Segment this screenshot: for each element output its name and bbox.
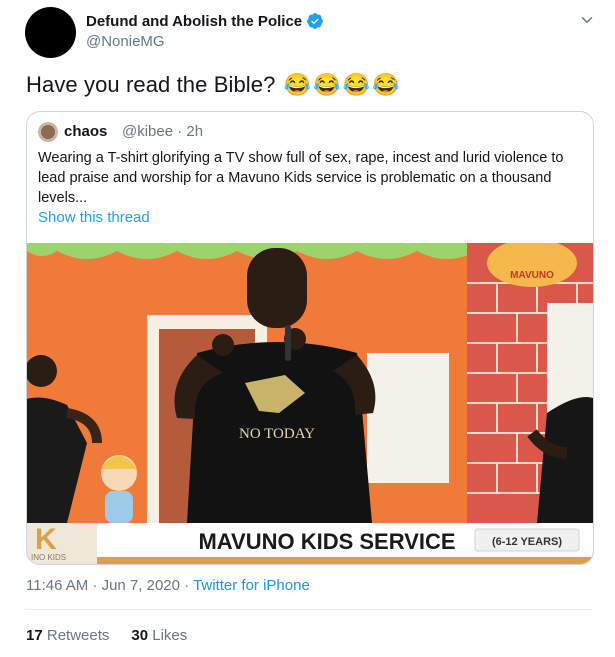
retweets-count: 17 bbox=[26, 627, 43, 644]
tweet-timestamp[interactable]: 11:46 AM · Jun 7, 2020 · bbox=[26, 577, 193, 594]
mavuno-sign-text: MAVUNO bbox=[510, 270, 554, 281]
chevron-down-icon[interactable] bbox=[578, 11, 596, 29]
author-name[interactable]: Defund and Abolish the Police bbox=[86, 13, 302, 30]
tweet-text: Have you read the Bible? 😂😂😂😂 bbox=[26, 72, 400, 98]
laughing-emoji-icon: 😂 bbox=[342, 72, 371, 97]
channel-logo: K bbox=[35, 523, 57, 556]
show-thread-link[interactable]: Show this thread bbox=[38, 209, 150, 226]
quoted-author-name[interactable]: chaos bbox=[64, 123, 107, 140]
quoted-tweet-text: Wearing a T-shirt glorifying a TV show f… bbox=[38, 150, 564, 206]
quoted-author-handle[interactable]: @kibee · 2h bbox=[122, 123, 203, 140]
author-name-row[interactable]: Defund and Abolish the Police bbox=[86, 12, 324, 30]
verified-badge-icon bbox=[307, 13, 323, 29]
quoted-video-thumbnail[interactable]: MAVUNO NO TODAY K INO KIDS MAVUNO KIDS S… bbox=[27, 243, 593, 564]
tweet-timestamp-row: 11:46 AM · Jun 7, 2020 · Twitter for iPh… bbox=[26, 577, 310, 594]
tweet-card: Defund and Abolish the Police @NonieMG H… bbox=[0, 0, 615, 657]
author-avatar[interactable] bbox=[25, 7, 76, 58]
video-age-range: (6-12 YEARS) bbox=[492, 536, 562, 548]
laughing-emoji-icon: 😂 bbox=[313, 72, 341, 97]
quoted-author-avatar[interactable] bbox=[38, 122, 58, 142]
tweet-source-link[interactable]: Twitter for iPhone bbox=[193, 577, 310, 594]
quoted-tweet[interactable]: chaos @kibee · 2h Wearing a T-shirt glor… bbox=[26, 111, 594, 565]
tweet-text-content: Have you read the Bible? bbox=[26, 72, 276, 97]
video-banner-title: MAVUNO KIDS SERVICE bbox=[198, 529, 455, 554]
laughing-emoji-icon: 😂 bbox=[372, 72, 400, 97]
video-frame-illustration: MAVUNO NO TODAY K INO KIDS MAVUNO KIDS S… bbox=[27, 243, 593, 564]
likes-label: Likes bbox=[152, 627, 188, 644]
likes-count: 30 bbox=[131, 627, 149, 644]
channel-subtext: INO KIDS bbox=[31, 553, 66, 562]
divider bbox=[26, 609, 592, 610]
tweet-stats: 17 Retweets 30 Likes bbox=[26, 627, 187, 644]
shirt-print-text: NO TODAY bbox=[239, 426, 315, 442]
author-handle[interactable]: @NonieMG bbox=[86, 33, 165, 50]
likes-stat[interactable]: 30 Likes bbox=[131, 627, 187, 644]
retweets-label: Retweets bbox=[46, 627, 110, 644]
retweets-stat[interactable]: 17 Retweets bbox=[26, 627, 109, 644]
laughing-emoji-icon: 😂 bbox=[283, 72, 312, 97]
